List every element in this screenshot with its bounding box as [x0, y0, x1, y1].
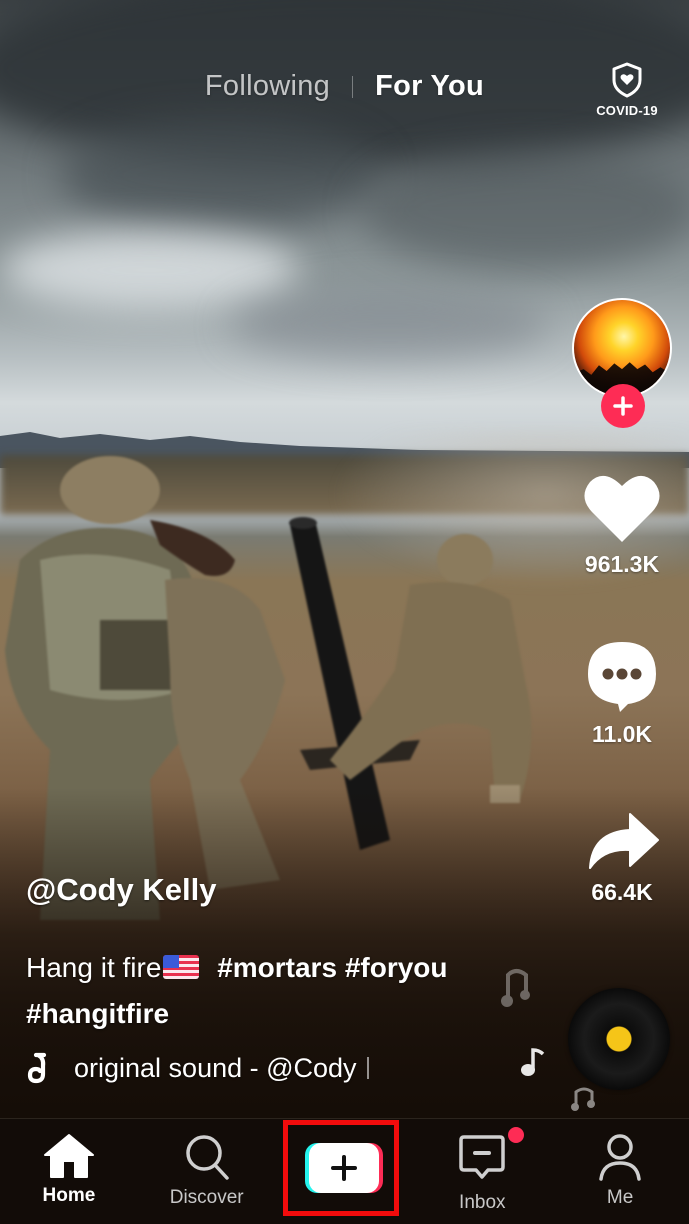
home-icon [43, 1134, 94, 1178]
cloud [60, 120, 380, 230]
follow-button[interactable] [601, 384, 645, 428]
hashtag-link[interactable]: #mortars [217, 952, 337, 983]
nav-discover[interactable]: Discover [138, 1119, 276, 1224]
share-arrow-icon [589, 813, 659, 869]
video-description: Hang it fire #mortars #foryou #hangitfir… [26, 945, 496, 1037]
shield-heart-icon [612, 62, 642, 98]
tiktok-screen: Following For You COVID-19 961.3K 11.0K … [0, 0, 689, 1224]
creator-username[interactable]: @Cody Kelly [26, 872, 216, 908]
tab-for-you[interactable]: For You [353, 70, 506, 103]
share-count: 66.4K [591, 879, 653, 905]
nav-me[interactable]: Me [551, 1119, 689, 1224]
nav-inbox[interactable]: Inbox [413, 1119, 551, 1224]
feed-tabs: Following For You [0, 70, 689, 103]
comment-count: 11.0K [591, 721, 653, 747]
avatar[interactable] [572, 298, 672, 398]
cloud [230, 290, 550, 360]
floating-note-icon [501, 969, 530, 1007]
inbox-icon-wrap [458, 1127, 525, 1186]
profile-icon [599, 1134, 641, 1181]
tab-following[interactable]: Following [183, 70, 352, 103]
cloud [360, 150, 689, 270]
floating-note-icon [571, 1087, 595, 1111]
comment-button[interactable]: 11.0K [566, 638, 678, 748]
search-icon [185, 1135, 229, 1180]
plus-icon [613, 396, 633, 416]
like-count: 961.3K [584, 551, 660, 577]
share-button[interactable]: 66.4K [566, 812, 678, 906]
covid-19-label: COVID-19 [596, 103, 658, 118]
nav-me-label: Me [606, 1187, 634, 1208]
caption-text: Hang it fire [26, 952, 162, 983]
sound-disc-button[interactable] [568, 988, 670, 1090]
nav-home[interactable]: Home [0, 1119, 138, 1224]
nav-home-label: Home [42, 1185, 96, 1206]
like-button[interactable]: 961.3K [566, 470, 678, 578]
sound-link[interactable]: original sound - @Cody [26, 1052, 369, 1084]
us-flag-emoji [163, 955, 200, 979]
marquee-fade [366, 1057, 369, 1079]
floating-note-icon [521, 1048, 545, 1076]
creator-avatar-button[interactable] [572, 298, 674, 428]
covid-19-button[interactable]: COVID-19 [593, 62, 661, 120]
create-button-highlight-box [283, 1120, 399, 1216]
heart-icon [584, 475, 660, 542]
sound-name: original sound - @Cody [74, 1052, 357, 1083]
hashtag-link[interactable]: #foryou [345, 952, 448, 983]
inbox-icon [459, 1135, 506, 1179]
notification-dot [508, 1127, 525, 1143]
music-note-icon [27, 1052, 47, 1084]
nav-discover-label: Discover [169, 1187, 244, 1208]
hashtag-link[interactable]: #hangitfire [26, 998, 169, 1029]
comment-bubble-icon [588, 642, 656, 712]
cloud [0, 230, 300, 310]
nav-inbox-label: Inbox [459, 1192, 506, 1213]
